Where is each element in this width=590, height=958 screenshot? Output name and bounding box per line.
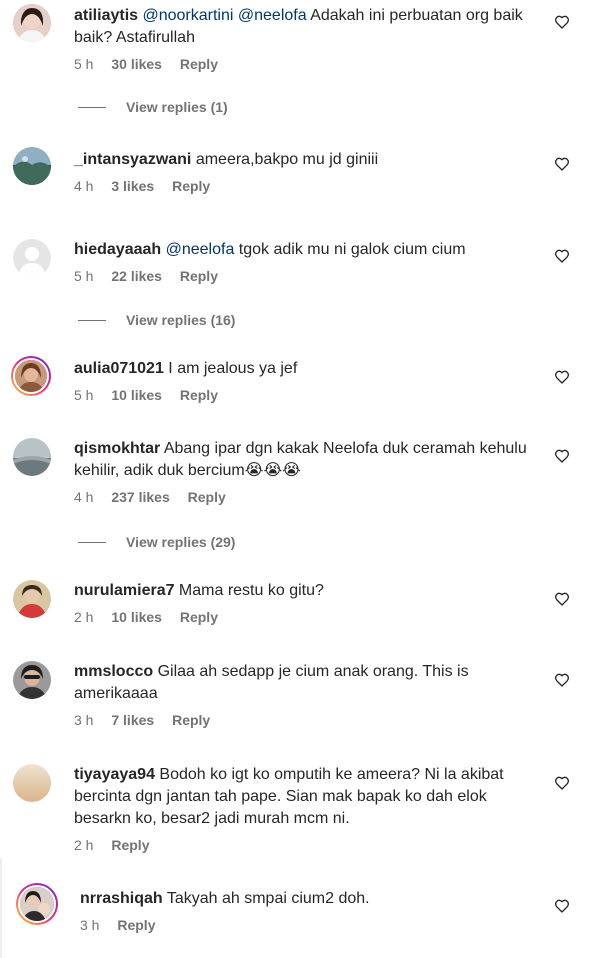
comment-likes[interactable]: 30 likes bbox=[111, 56, 162, 72]
comment-text: Mama restu ko gitu? bbox=[174, 582, 324, 599]
comment-mention[interactable]: @neelofa bbox=[238, 7, 307, 24]
comment-likes[interactable]: 10 likes bbox=[111, 609, 162, 625]
divider-line bbox=[78, 541, 106, 543]
comment-body: tiyayaya94 Bodoh ko igt ko omputih ke am… bbox=[74, 764, 544, 854]
heart-outline-icon[interactable] bbox=[554, 672, 570, 688]
comment-username[interactable]: _intansyazwani bbox=[74, 151, 191, 168]
comment-likes[interactable]: 3 likes bbox=[111, 178, 154, 194]
heart-outline-icon[interactable] bbox=[554, 156, 570, 172]
comment-username[interactable]: qismokhtar bbox=[74, 440, 160, 457]
reply-button[interactable]: Reply bbox=[117, 917, 155, 933]
comment-username[interactable]: hiedayaaah bbox=[74, 241, 161, 258]
reply-button[interactable]: Reply bbox=[172, 178, 210, 194]
reply-button[interactable]: Reply bbox=[180, 609, 218, 625]
heart-outline-icon[interactable] bbox=[554, 14, 570, 30]
view-replies-button[interactable]: View replies (29) bbox=[78, 534, 235, 550]
heart-outline-icon[interactable] bbox=[554, 369, 570, 385]
reply-button[interactable]: Reply bbox=[180, 56, 218, 72]
comment-time: 3 h bbox=[74, 712, 94, 728]
comment-username[interactable]: nrrashiqah bbox=[80, 890, 163, 907]
comment-text: ameera,bakpo mu jd giniii bbox=[191, 151, 379, 168]
view-replies-label: View replies (16) bbox=[126, 312, 236, 328]
comment-meta: 4 h 237 likes Reply bbox=[74, 488, 544, 506]
comment-body: atiliaytis @noorkartini @neelofa Adakah … bbox=[74, 5, 544, 73]
reply-button[interactable]: Reply bbox=[188, 489, 226, 505]
avatar[interactable] bbox=[13, 4, 51, 42]
divider-line bbox=[78, 106, 106, 108]
comment-username[interactable]: mmslocco bbox=[74, 663, 153, 680]
avatar[interactable] bbox=[13, 661, 51, 699]
comment-username[interactable]: aulia071021 bbox=[74, 360, 164, 377]
comment-mention[interactable]: @noorkartini bbox=[142, 7, 233, 24]
avatar[interactable] bbox=[13, 147, 51, 185]
comment-time: 5 h bbox=[74, 56, 94, 72]
comment-meta: 5 h 30 likes Reply bbox=[74, 55, 544, 73]
comment-time: 4 h bbox=[74, 489, 94, 505]
comment-meta: 5 h 22 likes Reply bbox=[74, 267, 544, 285]
heart-outline-icon[interactable] bbox=[554, 898, 570, 914]
comment-body: nurulamiera7 Mama restu ko gitu? 2 h 10 … bbox=[74, 580, 544, 626]
comment-likes[interactable]: 10 likes bbox=[111, 387, 162, 403]
comment-body: nrrashiqah Takyah ah smpai cium2 doh. 3 … bbox=[80, 888, 550, 934]
heart-outline-icon[interactable] bbox=[554, 448, 570, 464]
comment-likes[interactable]: 237 likes bbox=[111, 489, 169, 505]
heart-outline-icon[interactable] bbox=[554, 775, 570, 791]
comment-meta: 2 h Reply bbox=[74, 836, 544, 854]
heart-outline-icon[interactable] bbox=[554, 248, 570, 264]
comment-time: 5 h bbox=[74, 268, 94, 284]
avatar-image bbox=[18, 885, 56, 923]
avatar[interactable] bbox=[13, 764, 51, 802]
heart-outline-icon[interactable] bbox=[554, 591, 570, 607]
comment-likes[interactable]: 22 likes bbox=[111, 268, 162, 284]
reply-button[interactable]: Reply bbox=[180, 268, 218, 284]
comment-meta: 2 h 10 likes Reply bbox=[74, 608, 544, 626]
comment-username[interactable]: nurulamiera7 bbox=[74, 582, 174, 599]
view-replies-label: View replies (29) bbox=[126, 534, 236, 550]
view-replies-button[interactable]: View replies (1) bbox=[78, 99, 228, 115]
avatar[interactable] bbox=[11, 356, 51, 396]
comment-likes[interactable]: 7 likes bbox=[111, 712, 154, 728]
thread-indicator bbox=[0, 858, 2, 958]
view-replies-label: View replies (1) bbox=[126, 99, 228, 115]
comment-username[interactable]: atiliaytis bbox=[74, 7, 138, 24]
view-replies-button[interactable]: View replies (16) bbox=[78, 312, 235, 328]
comment-time: 2 h bbox=[74, 837, 94, 853]
reply-button[interactable]: Reply bbox=[172, 712, 210, 728]
comment-meta: 5 h 10 likes Reply bbox=[74, 386, 544, 404]
avatar[interactable] bbox=[16, 883, 58, 925]
comment-time: 3 h bbox=[80, 917, 100, 933]
reply-button[interactable]: Reply bbox=[180, 387, 218, 403]
comment-time: 5 h bbox=[74, 387, 94, 403]
avatar[interactable] bbox=[13, 438, 51, 476]
reply-button[interactable]: Reply bbox=[111, 837, 149, 853]
comment-body: qismokhtar Abang ipar dgn kakak Neelofa … bbox=[74, 438, 544, 506]
comment-text: I am jealous ya jef bbox=[163, 360, 298, 377]
comment-body: _intansyazwani ameera,bakpo mu jd giniii… bbox=[74, 149, 544, 195]
comment-meta: 3 h Reply bbox=[80, 916, 550, 934]
divider-line bbox=[78, 319, 106, 321]
comment-username[interactable]: tiyayaya94 bbox=[74, 766, 155, 783]
comment-mention[interactable]: @neelofa bbox=[166, 241, 235, 258]
avatar[interactable] bbox=[13, 239, 51, 277]
comment-time: 2 h bbox=[74, 609, 94, 625]
comment-body: hiedayaaah @neelofa tgok adik mu ni galo… bbox=[74, 239, 544, 285]
comment-meta: 4 h 3 likes Reply bbox=[74, 177, 544, 195]
avatar-image bbox=[13, 358, 49, 394]
comment-body: mmslocco Gilaa ah sedapp je cium anak or… bbox=[74, 661, 544, 729]
avatar[interactable] bbox=[13, 580, 51, 618]
comment-time: 4 h bbox=[74, 178, 94, 194]
comment-text: tgok adik mu ni galok cium cium bbox=[234, 241, 466, 258]
comment-text: Takyah ah smpai cium2 doh. bbox=[162, 890, 370, 907]
comment-meta: 3 h 7 likes Reply bbox=[74, 711, 544, 729]
comment-body: aulia071021 I am jealous ya jef 5 h 10 l… bbox=[74, 358, 544, 404]
